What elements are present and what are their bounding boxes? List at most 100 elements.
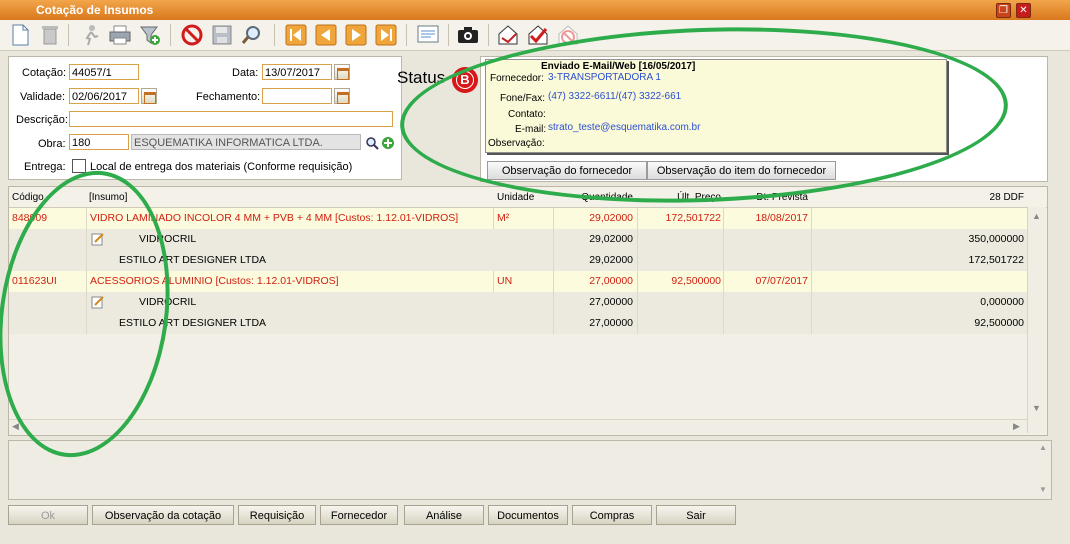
cell-insumo: VIDRO LAMINADO INCOLOR 4 MM + PVB + 4 MM… <box>90 212 459 224</box>
contato-label: Contato: <box>508 109 546 120</box>
purchases-button[interactable]: Compras <box>572 505 652 525</box>
cell-quantidade: 27,00000 <box>589 275 633 287</box>
send-email-icon[interactable] <box>496 23 520 47</box>
entrega-text: Local de entrega dos materiais (Conforme… <box>90 161 353 173</box>
last-record-icon[interactable] <box>374 23 398 47</box>
cell-insumo: VIDROCRIL <box>139 296 197 308</box>
cell-ddf: 92,500000 <box>974 317 1024 329</box>
email-cancel-icon[interactable] <box>556 23 580 47</box>
table-row[interactable]: 848909 VIDRO LAMINADO INCOLOR 4 MM + PVB… <box>9 208 1027 229</box>
col-codigo[interactable]: Código <box>12 192 44 203</box>
col-quantidade[interactable]: Quantidade <box>555 192 633 203</box>
run-icon[interactable] <box>78 23 102 47</box>
items-grid: Código [Insumo] Unidade Quantidade Últ. … <box>8 186 1048 436</box>
status-badge: B <box>452 67 478 93</box>
table-row[interactable]: 011623UI ACESSORIOS ALUMINIO [Custos: 1.… <box>9 271 1027 292</box>
descricao-label: Descrição: <box>16 114 68 126</box>
fechamento-field[interactable] <box>262 88 332 104</box>
ok-button[interactable]: Ok <box>8 505 88 525</box>
cell-dt-prevista: 07/07/2017 <box>755 275 808 287</box>
calendar-icon[interactable] <box>334 88 350 104</box>
table-row[interactable]: ESTILO ART DESIGNER LTDA 27,00000 92,500… <box>9 313 1027 334</box>
cell-dt-prevista: 18/08/2017 <box>755 212 808 224</box>
previous-record-icon[interactable] <box>314 23 338 47</box>
cotacao-field[interactable]: 44057/1 <box>69 64 139 80</box>
fone-value: (47) 3322-6611/(47) 3322-661 <box>548 91 682 102</box>
email-check-icon[interactable] <box>526 23 550 47</box>
col-ult-preco[interactable]: Últ. Preço <box>639 192 721 203</box>
col-dt-prevista[interactable]: Dt. Prevista <box>725 192 808 203</box>
next-record-icon[interactable] <box>344 23 368 47</box>
validade-label: Validade: <box>20 91 66 103</box>
scroll-up-icon[interactable]: ▲ <box>1039 443 1047 452</box>
horizontal-scrollbar[interactable]: ◀ ▶ <box>9 419 1027 434</box>
tab-supplier-observation[interactable]: Observação do fornecedor <box>487 161 647 180</box>
fechamento-label: Fechamento: <box>196 91 261 103</box>
col-insumo[interactable]: [Insumo] <box>89 192 127 203</box>
title-bar: Cotação de Insumos ❐ ✕ <box>0 0 1070 20</box>
new-document-icon[interactable] <box>8 23 32 47</box>
supplier-button[interactable]: Fornecedor <box>320 505 398 525</box>
cell-quantidade: 29,02000 <box>589 233 633 245</box>
filter-add-icon[interactable] <box>138 23 162 47</box>
cell-unidade: UN <box>497 275 513 287</box>
supplier-status-header: Enviado E-Mail/Web [16/05/2017] <box>541 61 696 72</box>
close-icon[interactable]: ✕ <box>1016 3 1031 18</box>
table-row[interactable]: VIDROCRIL 29,02000 350,000000 <box>9 229 1027 250</box>
scroll-left-icon[interactable]: ◀ <box>12 421 19 432</box>
table-row[interactable]: ESTILO ART DESIGNER LTDA 29,02000 172,50… <box>9 250 1027 271</box>
cell-ult-preco: 172,501722 <box>665 212 721 224</box>
edit-note-icon[interactable] <box>91 232 105 249</box>
email-label: E-mail: <box>515 124 547 135</box>
col-unidade[interactable]: Unidade <box>497 192 534 203</box>
first-record-icon[interactable] <box>284 23 308 47</box>
search-icon[interactable] <box>240 23 264 47</box>
cell-insumo: ACESSORIOS ALUMINIO [Custos: 1.12.01-VID… <box>90 275 339 287</box>
printer-icon[interactable] <box>108 23 132 47</box>
tab-item-supplier-observation[interactable]: Observação do item do fornecedor <box>647 161 836 180</box>
delete-icon[interactable] <box>38 23 62 47</box>
validade-field[interactable]: 02/06/2017 <box>69 88 139 104</box>
notes-area[interactable]: ▲ ▼ <box>8 440 1052 500</box>
col-28-ddf[interactable]: 28 DDF <box>814 192 1024 203</box>
scroll-down-icon[interactable]: ▼ <box>1039 485 1047 494</box>
scroll-right-icon[interactable]: ▶ <box>1013 421 1020 432</box>
add-obra-icon[interactable] <box>381 136 395 153</box>
vertical-scrollbar[interactable]: ▲ ▼ <box>1027 207 1046 433</box>
cell-ddf: 0,000000 <box>980 296 1024 308</box>
exit-button[interactable]: Sair <box>656 505 736 525</box>
cancel-icon[interactable] <box>180 23 204 47</box>
toolbar-separator <box>448 24 449 46</box>
cell-codigo: 848909 <box>12 212 48 224</box>
quotation-observation-button[interactable]: Observação da cotação <box>92 505 234 525</box>
scroll-down-icon[interactable]: ▼ <box>1032 403 1041 413</box>
data-field[interactable]: 13/07/2017 <box>262 64 332 80</box>
grid-header: Código [Insumo] Unidade Quantidade Últ. … <box>9 187 1047 208</box>
window-title: Cotação de Insumos <box>36 3 154 17</box>
status-label: Status <box>397 68 446 87</box>
cell-unidade: M² <box>497 212 510 224</box>
cell-ddf: 350,000000 <box>968 233 1024 245</box>
save-icon[interactable] <box>210 23 234 47</box>
fornecedor-value: 3-TRANSPORTADORA 1 <box>548 72 661 83</box>
cell-ddf: 172,501722 <box>968 254 1024 266</box>
fornecedor-label: Fornecedor: <box>490 73 544 84</box>
cell-quantidade: 29,02000 <box>589 212 633 224</box>
table-row[interactable]: VIDROCRIL 27,00000 0,000000 <box>9 292 1027 313</box>
obra-code-field[interactable]: 180 <box>69 134 129 150</box>
scroll-up-icon[interactable]: ▲ <box>1032 211 1041 221</box>
restore-icon[interactable]: ❐ <box>996 3 1011 18</box>
entrega-checkbox[interactable] <box>72 159 86 173</box>
descricao-field[interactable] <box>69 111 393 127</box>
calendar-icon[interactable] <box>334 64 350 80</box>
report-icon[interactable] <box>416 23 440 47</box>
calendar-icon[interactable] <box>141 88 157 104</box>
requisition-button[interactable]: Requisição <box>238 505 316 525</box>
edit-note-icon[interactable] <box>91 295 105 312</box>
cell-insumo: ESTILO ART DESIGNER LTDA <box>119 317 267 329</box>
documents-button[interactable]: Documentos <box>488 505 568 525</box>
lookup-search-icon[interactable] <box>365 136 379 153</box>
cell-quantidade: 29,02000 <box>589 254 633 266</box>
camera-icon[interactable] <box>456 23 480 47</box>
analysis-button[interactable]: Análise <box>404 505 484 525</box>
